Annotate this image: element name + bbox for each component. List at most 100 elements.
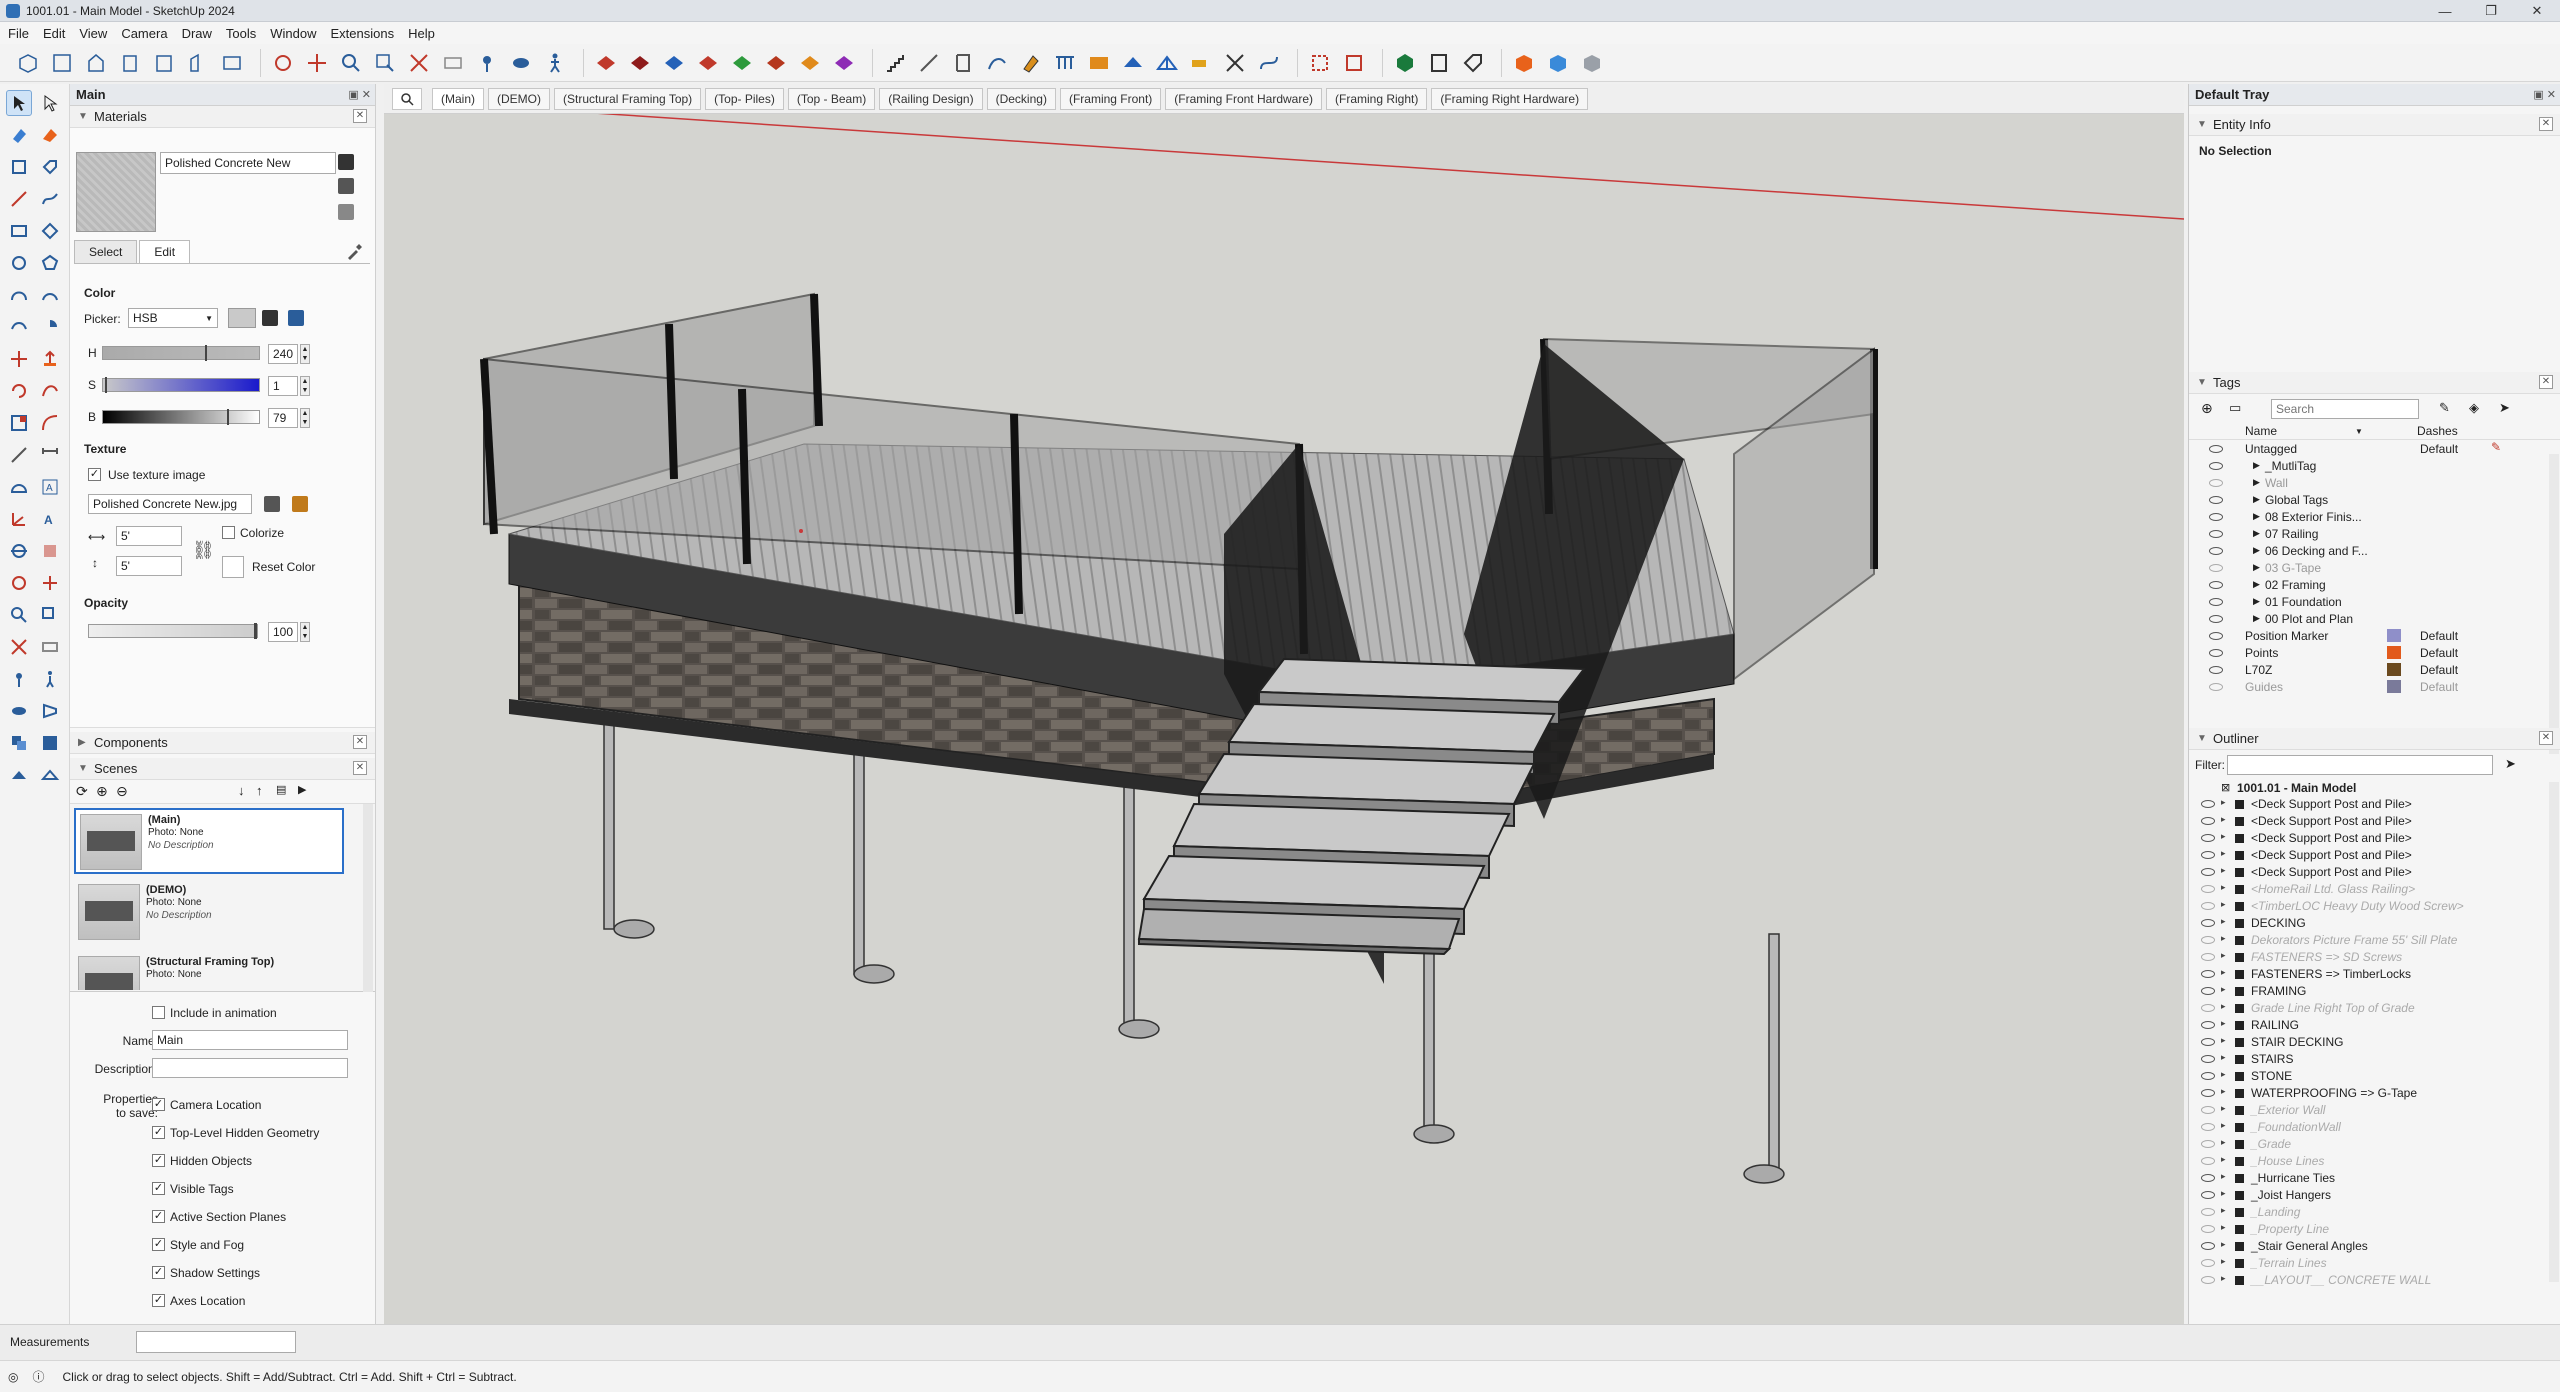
offset-tool-icon[interactable] — [38, 410, 64, 436]
select-tool-icon[interactable] — [6, 90, 32, 116]
add-scene-icon[interactable]: ⊕ — [96, 783, 108, 800]
tag-dashes[interactable]: Default — [2420, 646, 2458, 660]
visibility-eye-icon[interactable] — [2209, 597, 2223, 606]
right-view-icon[interactable] — [116, 49, 144, 77]
expand-arrow-icon[interactable]: ▸ — [2221, 1256, 2226, 1267]
tab-scene-framing-front-hardware[interactable]: (Framing Front Hardware) — [1165, 87, 1322, 110]
visibility-eye-icon[interactable] — [2209, 546, 2223, 555]
measurements-input[interactable] — [136, 1331, 296, 1353]
b-value-field[interactable]: 79 — [268, 408, 298, 428]
expand-folder-icon[interactable]: ▶ — [2253, 545, 2260, 556]
outliner-row[interactable]: ▸ _Joist Hangers — [2189, 1187, 2549, 1204]
sandbox-icon-1[interactable] — [592, 49, 620, 77]
section-fill-icon[interactable] — [38, 538, 64, 564]
eraser-icon[interactable] — [38, 122, 64, 148]
menu-file[interactable]: File — [8, 26, 29, 41]
outliner-header[interactable]: ▼ Outliner ✕ — [2189, 728, 2560, 750]
lock-aspect-icon[interactable]: ⛓ — [192, 540, 215, 561]
expand-arrow-icon[interactable]: ▸ — [2221, 1188, 2226, 1199]
s-spinner[interactable]: ▲ ▼ — [300, 376, 310, 396]
reset-color-label[interactable]: Reset Color — [252, 560, 315, 574]
expand-folder-icon[interactable]: ▶ — [2253, 596, 2260, 607]
expand-folder-icon[interactable]: ▶ — [2253, 494, 2260, 505]
add-tag-folder-icon[interactable]: ▭ — [2229, 400, 2241, 416]
menu-window[interactable]: Window — [270, 26, 316, 41]
scenes-panel-header[interactable]: ▼ Scenes ✕ — [70, 758, 375, 780]
pie-icon[interactable] — [38, 314, 64, 340]
expand-arrow-icon[interactable]: ▸ — [2221, 984, 2226, 995]
material-name-field[interactable]: Polished Concrete New — [160, 152, 336, 174]
camera-location-checkbox[interactable]: ✓ — [152, 1098, 165, 1111]
expand-arrow-icon[interactable]: ▸ — [2221, 797, 2226, 808]
visibility-eye-icon[interactable] — [2209, 563, 2223, 572]
solid-orange-icon[interactable] — [1510, 49, 1538, 77]
reset-color-swatch[interactable] — [222, 556, 244, 578]
outliner-row[interactable]: ▸ RAILING — [2189, 1017, 2549, 1034]
menu-edit[interactable]: Edit — [43, 26, 65, 41]
section-plane-tool-icon[interactable] — [38, 698, 64, 724]
outliner-details-icon[interactable]: ➤ — [2505, 756, 2516, 772]
extension-warehouse-icon[interactable] — [1391, 49, 1419, 77]
outliner-row[interactable]: ▸ _Exterior Wall — [2189, 1102, 2549, 1119]
expand-folder-icon[interactable]: ▶ — [2253, 528, 2260, 539]
visibility-eye-icon[interactable] — [2201, 851, 2215, 859]
rectangle-tool-icon[interactable] — [6, 218, 32, 244]
walk-icon[interactable] — [541, 49, 569, 77]
visibility-eye-icon[interactable] — [2209, 614, 2223, 623]
opacity-value-field[interactable]: 100 — [268, 622, 298, 642]
expand-arrow-icon[interactable]: ▸ — [2221, 1222, 2226, 1233]
visibility-eye-icon[interactable] — [2209, 444, 2223, 453]
expand-arrow-icon[interactable]: ▸ — [2221, 916, 2226, 927]
expand-folder-icon[interactable]: ▶ — [2253, 613, 2260, 624]
visibility-eye-icon[interactable] — [2209, 682, 2223, 691]
expand-arrow-icon[interactable]: ▸ — [2221, 1137, 2226, 1148]
outliner-row[interactable]: ▸ <Deck Support Post and Pile> — [2189, 864, 2549, 881]
axes-tool-icon[interactable] — [6, 506, 32, 532]
sandbox-icon-6[interactable] — [762, 49, 790, 77]
paint-tool-icon[interactable] — [6, 122, 32, 148]
rotate-tool-icon[interactable] — [6, 378, 32, 404]
visibility-eye-icon[interactable] — [2201, 1123, 2215, 1131]
report-icon[interactable] — [1425, 49, 1453, 77]
tag-dashes[interactable]: Default — [2420, 680, 2458, 694]
outliner-row[interactable]: ▸ _FoundationWall — [2189, 1119, 2549, 1136]
truss-icon[interactable] — [1153, 49, 1181, 77]
expand-arrow-icon[interactable]: ▸ — [2221, 899, 2226, 910]
position-camera-icon[interactable] — [473, 49, 501, 77]
front-view-icon[interactable] — [82, 49, 110, 77]
visibility-eye-icon[interactable] — [2209, 631, 2223, 640]
outliner-row[interactable]: ▸ FASTENERS => SD Screws — [2189, 949, 2549, 966]
expand-arrow-icon[interactable]: ▸ — [2221, 831, 2226, 842]
geolocation-icon[interactable]: ◎ — [8, 1370, 18, 1384]
expand-arrow-icon[interactable]: ▸ — [2221, 1205, 2226, 1216]
walk-tool-icon[interactable] — [38, 666, 64, 692]
expand-arrow-icon[interactable]: ▸ — [2221, 1120, 2226, 1131]
visibility-eye-icon[interactable] — [2201, 1242, 2215, 1250]
scene-item-demo[interactable]: (DEMO) Photo: None No Description — [74, 880, 344, 946]
scenes-scrollbar[interactable] — [363, 804, 373, 992]
visibility-eye-icon[interactable] — [2201, 936, 2215, 944]
scene-item-structural-framing-top[interactable]: (Structural Framing Top) Photo: None — [74, 952, 344, 990]
tag-row[interactable]: ▶ 08 Exterior Finis... — [2189, 508, 2549, 525]
menu-view[interactable]: View — [79, 26, 107, 41]
eyedropper-icon[interactable] — [346, 244, 362, 260]
visibility-eye-icon[interactable] — [2201, 1038, 2215, 1046]
sort-icon[interactable]: ▼ — [2355, 427, 2363, 436]
colorize-checkbox[interactable] — [222, 526, 235, 539]
solid-gray-icon[interactable] — [1578, 49, 1606, 77]
tag-dashes[interactable]: Default — [2420, 663, 2458, 677]
tab-scene-framing-right-hardware[interactable]: (Framing Right Hardware) — [1431, 87, 1589, 110]
s-value-field[interactable]: 1 — [268, 376, 298, 396]
sandbox-icon-7[interactable] — [796, 49, 824, 77]
visibility-eye-icon[interactable] — [2201, 1072, 2215, 1080]
arc-tool-icon[interactable] — [6, 282, 32, 308]
menu-tools[interactable]: Tools — [226, 26, 256, 41]
sandbox-icon-4[interactable] — [694, 49, 722, 77]
minimize-button[interactable]: — — [2422, 0, 2468, 22]
scale-tool-icon[interactable] — [6, 410, 32, 436]
visibility-eye-icon[interactable] — [2201, 885, 2215, 893]
solid-union-icon[interactable] — [6, 730, 32, 756]
menu-extensions[interactable]: Extensions — [331, 26, 395, 41]
visibility-eye-icon[interactable] — [2201, 987, 2215, 995]
picker-select[interactable]: HSB ▼ — [128, 308, 218, 328]
